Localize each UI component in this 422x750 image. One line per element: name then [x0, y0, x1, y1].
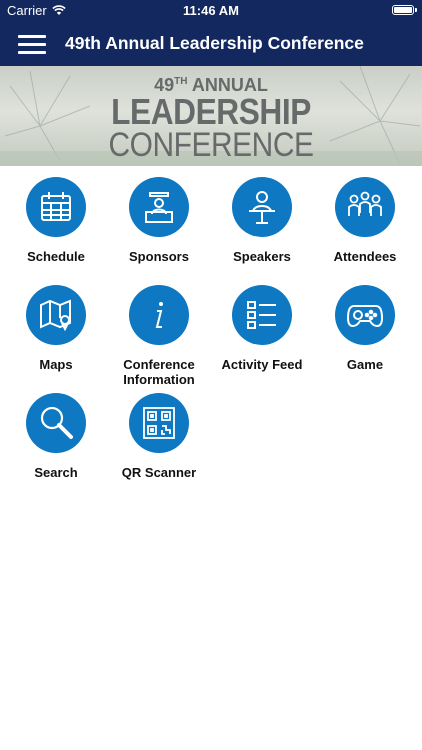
banner-line1-suffix: TH	[174, 76, 188, 87]
map-icon	[26, 285, 86, 345]
tile-sponsors[interactable]: Sponsors	[107, 166, 211, 274]
tile-activity-feed[interactable]: Activity Feed	[210, 274, 314, 382]
list-icon	[232, 285, 292, 345]
page-title: 49th Annual Leadership Conference	[65, 33, 364, 53]
tile-label: Attendees	[333, 249, 397, 264]
tile-label: Schedule	[27, 249, 85, 264]
status-time: 11:46 AM	[183, 3, 239, 18]
calendar-icon	[26, 177, 86, 237]
nav-bar: 49th Annual Leadership Conference	[0, 22, 422, 66]
podium-icon	[129, 177, 189, 237]
qr-code-icon	[129, 393, 189, 453]
tile-attendees[interactable]: Attendees	[313, 166, 417, 274]
tile-label: Search	[34, 465, 78, 480]
conference-banner: 49TH ANNUAL LEADERSHIP CONFERENCE	[0, 66, 422, 166]
tile-label: Activity Feed	[221, 357, 303, 372]
status-bar: Carrier 11:46 AM	[0, 0, 422, 22]
battery-icon	[392, 5, 417, 15]
tile-qr-scanner[interactable]: QR Scanner	[107, 382, 211, 490]
gamepad-icon	[335, 285, 395, 345]
info-icon	[129, 285, 189, 345]
tile-label: Maps	[39, 357, 73, 372]
tile-game[interactable]: Game	[313, 274, 417, 382]
tile-label: Speakers	[233, 249, 291, 264]
search-icon	[26, 393, 86, 453]
tile-schedule[interactable]: Schedule	[4, 166, 108, 274]
tile-label-line1: Conference	[123, 357, 195, 372]
tile-label: QR Scanner	[121, 465, 197, 480]
tile-speakers[interactable]: Speakers	[210, 166, 314, 274]
tile-label: Game	[346, 357, 384, 372]
people-icon	[335, 177, 395, 237]
banner-line3: CONFERENCE	[108, 126, 314, 164]
banner-line2: LEADERSHIP	[111, 91, 311, 132]
banner-logo-text: 49TH ANNUAL LEADERSHIP CONFERENCE	[0, 72, 422, 164]
tile-maps[interactable]: Maps	[4, 274, 108, 382]
tile-search[interactable]: Search	[4, 382, 108, 490]
speaker-icon	[232, 177, 292, 237]
tile-label: Sponsors	[129, 249, 189, 264]
hamburger-menu-icon[interactable]	[18, 32, 46, 56]
tile-conference-information[interactable]: Conference Information	[107, 274, 211, 387]
